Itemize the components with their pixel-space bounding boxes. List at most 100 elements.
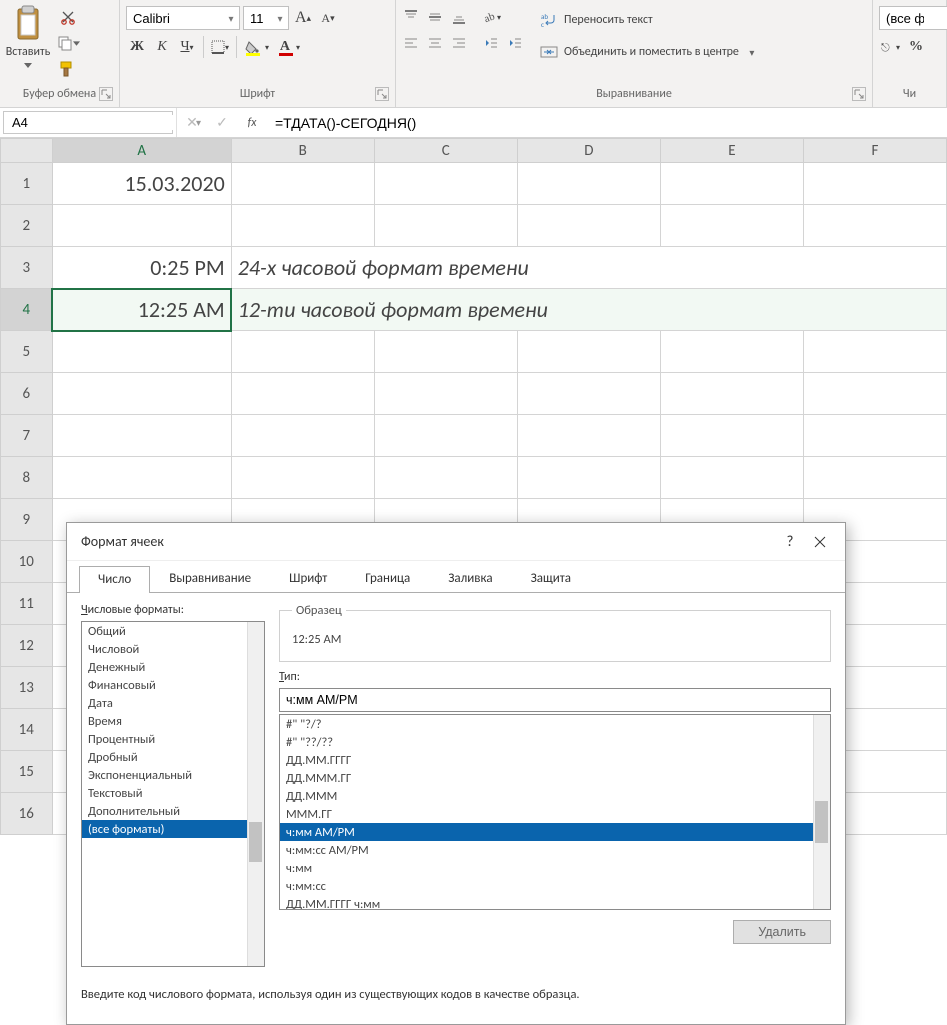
paste-dropdown-arrow[interactable] [24, 58, 32, 72]
paste-button[interactable]: Вставить [4, 3, 52, 84]
number-format-input[interactable] [880, 7, 930, 29]
dialog-titlebar[interactable]: Формат ячеек ? [67, 523, 845, 561]
cell-E1[interactable] [660, 163, 803, 205]
cell-A7[interactable] [52, 415, 231, 457]
list-item[interactable]: Общий [82, 622, 264, 640]
list-item[interactable]: ч:мм:сс [280, 877, 813, 895]
tab-Выравнивание[interactable]: Выравнивание [150, 565, 270, 592]
col-header-F[interactable]: F [803, 139, 946, 163]
cell-C1[interactable] [374, 163, 517, 205]
formula-input[interactable] [267, 108, 947, 137]
list-item[interactable]: МММ.ГГ [280, 805, 813, 823]
list-item[interactable]: ч:мм [280, 859, 813, 877]
cell-E6[interactable] [660, 373, 803, 415]
close-button[interactable] [805, 528, 835, 556]
cell-E5[interactable] [660, 331, 803, 373]
cell-B8[interactable] [231, 457, 374, 499]
col-header-A[interactable]: A [52, 139, 231, 163]
align-right-button[interactable] [448, 32, 470, 54]
row-header[interactable]: 10 [1, 541, 53, 583]
cell-B5[interactable] [231, 331, 374, 373]
bold-button[interactable]: Ж [126, 36, 148, 58]
cell-D8[interactable] [517, 457, 660, 499]
list-item[interactable]: (все форматы) [82, 820, 264, 838]
align-top-button[interactable] [400, 6, 422, 28]
scrollbar[interactable] [813, 715, 830, 909]
format-painter-button[interactable] [54, 59, 82, 79]
cell-D6[interactable] [517, 373, 660, 415]
cell-F5[interactable] [803, 331, 946, 373]
cell-B2[interactable] [231, 205, 374, 247]
cell-A5[interactable] [52, 331, 231, 373]
row-header[interactable]: 14 [1, 709, 53, 751]
font-name-dropdown[interactable]: ▾ [126, 6, 240, 30]
accept-formula-button[interactable]: ✓ [207, 109, 237, 137]
cell-C7[interactable] [374, 415, 517, 457]
row-header[interactable]: 12 [1, 625, 53, 667]
row-header[interactable]: 1 [1, 163, 53, 205]
col-header-C[interactable]: C [374, 139, 517, 163]
underline-button[interactable]: Ч ▾ [176, 36, 198, 58]
list-item[interactable]: ч:мм:сс AM/PM [280, 841, 813, 859]
cell-B7[interactable] [231, 415, 374, 457]
list-item[interactable]: ДД.МММ.ГГ [280, 769, 813, 787]
font-size-dropdown[interactable]: ▾ [243, 6, 289, 30]
cancel-formula-button[interactable]: ✕ [177, 109, 207, 137]
row-header[interactable]: 6 [1, 373, 53, 415]
cell-C6[interactable] [374, 373, 517, 415]
increase-font-button[interactable]: A▴ [292, 7, 314, 29]
tab-Число[interactable]: Число [79, 566, 150, 593]
list-item[interactable]: Финансовый [82, 676, 264, 694]
row-header[interactable]: 13 [1, 667, 53, 709]
cell-D1[interactable] [517, 163, 660, 205]
col-header-B[interactable]: B [231, 139, 374, 163]
select-all-corner[interactable] [1, 139, 53, 163]
cell-D2[interactable] [517, 205, 660, 247]
cell-F2[interactable] [803, 205, 946, 247]
cell-A8[interactable] [52, 457, 231, 499]
cell-A1[interactable]: 15.03.2020 [52, 163, 231, 205]
cell-D5[interactable] [517, 331, 660, 373]
font-size-input[interactable] [244, 7, 272, 29]
list-item[interactable]: Текстовый [82, 784, 264, 802]
copy-button[interactable] [54, 33, 82, 53]
clipboard-launcher[interactable] [99, 87, 113, 101]
row-header[interactable]: 8 [1, 457, 53, 499]
font-color-button[interactable]: A ▾ [275, 36, 305, 58]
cell-E7[interactable] [660, 415, 803, 457]
list-item[interactable]: Числовой [82, 640, 264, 658]
alignment-launcher[interactable] [852, 87, 866, 101]
tab-Защита[interactable]: Защита [512, 565, 590, 592]
scrollbar-thumb[interactable] [249, 822, 262, 862]
cell-F1[interactable] [803, 163, 946, 205]
merge-center-button[interactable]: Объединить и поместить в центре ▾ [534, 38, 765, 66]
cell-C5[interactable] [374, 331, 517, 373]
cell-F7[interactable] [803, 415, 946, 457]
cell-C2[interactable] [374, 205, 517, 247]
list-item[interactable]: Дополнительный [82, 802, 264, 820]
fill-color-button[interactable]: ▾ [242, 36, 272, 58]
tab-Шрифт[interactable]: Шрифт [270, 565, 346, 592]
row-header[interactable]: 11 [1, 583, 53, 625]
list-item[interactable]: #" "?/? [280, 715, 813, 733]
format-listbox[interactable]: #" "?/?#" "??/??ДД.ММ.ГГГГДД.МММ.ГГДД.ММ… [279, 714, 831, 910]
cell-B1[interactable] [231, 163, 374, 205]
scrollbar-thumb[interactable] [815, 801, 828, 843]
cell-D7[interactable] [517, 415, 660, 457]
border-button[interactable]: ▾ [209, 36, 231, 58]
type-input[interactable] [279, 688, 831, 712]
list-item[interactable]: Время [82, 712, 264, 730]
cell-E2[interactable] [660, 205, 803, 247]
align-bottom-button[interactable] [448, 6, 470, 28]
cell-E8[interactable] [660, 457, 803, 499]
list-item[interactable]: Денежный [82, 658, 264, 676]
worksheet-grid[interactable]: A B C D E F 115.03.2020230:25 PM24-х час… [0, 138, 947, 888]
fx-button[interactable]: fx [237, 109, 267, 137]
cell-F8[interactable] [803, 457, 946, 499]
decrease-indent-button[interactable] [480, 32, 502, 54]
cell-A4[interactable]: 12:25 AM [52, 289, 231, 331]
col-header-D[interactable]: D [517, 139, 660, 163]
cell-B6[interactable] [231, 373, 374, 415]
list-item[interactable]: Дробный [82, 748, 264, 766]
delete-button[interactable]: Удалить [733, 920, 831, 944]
